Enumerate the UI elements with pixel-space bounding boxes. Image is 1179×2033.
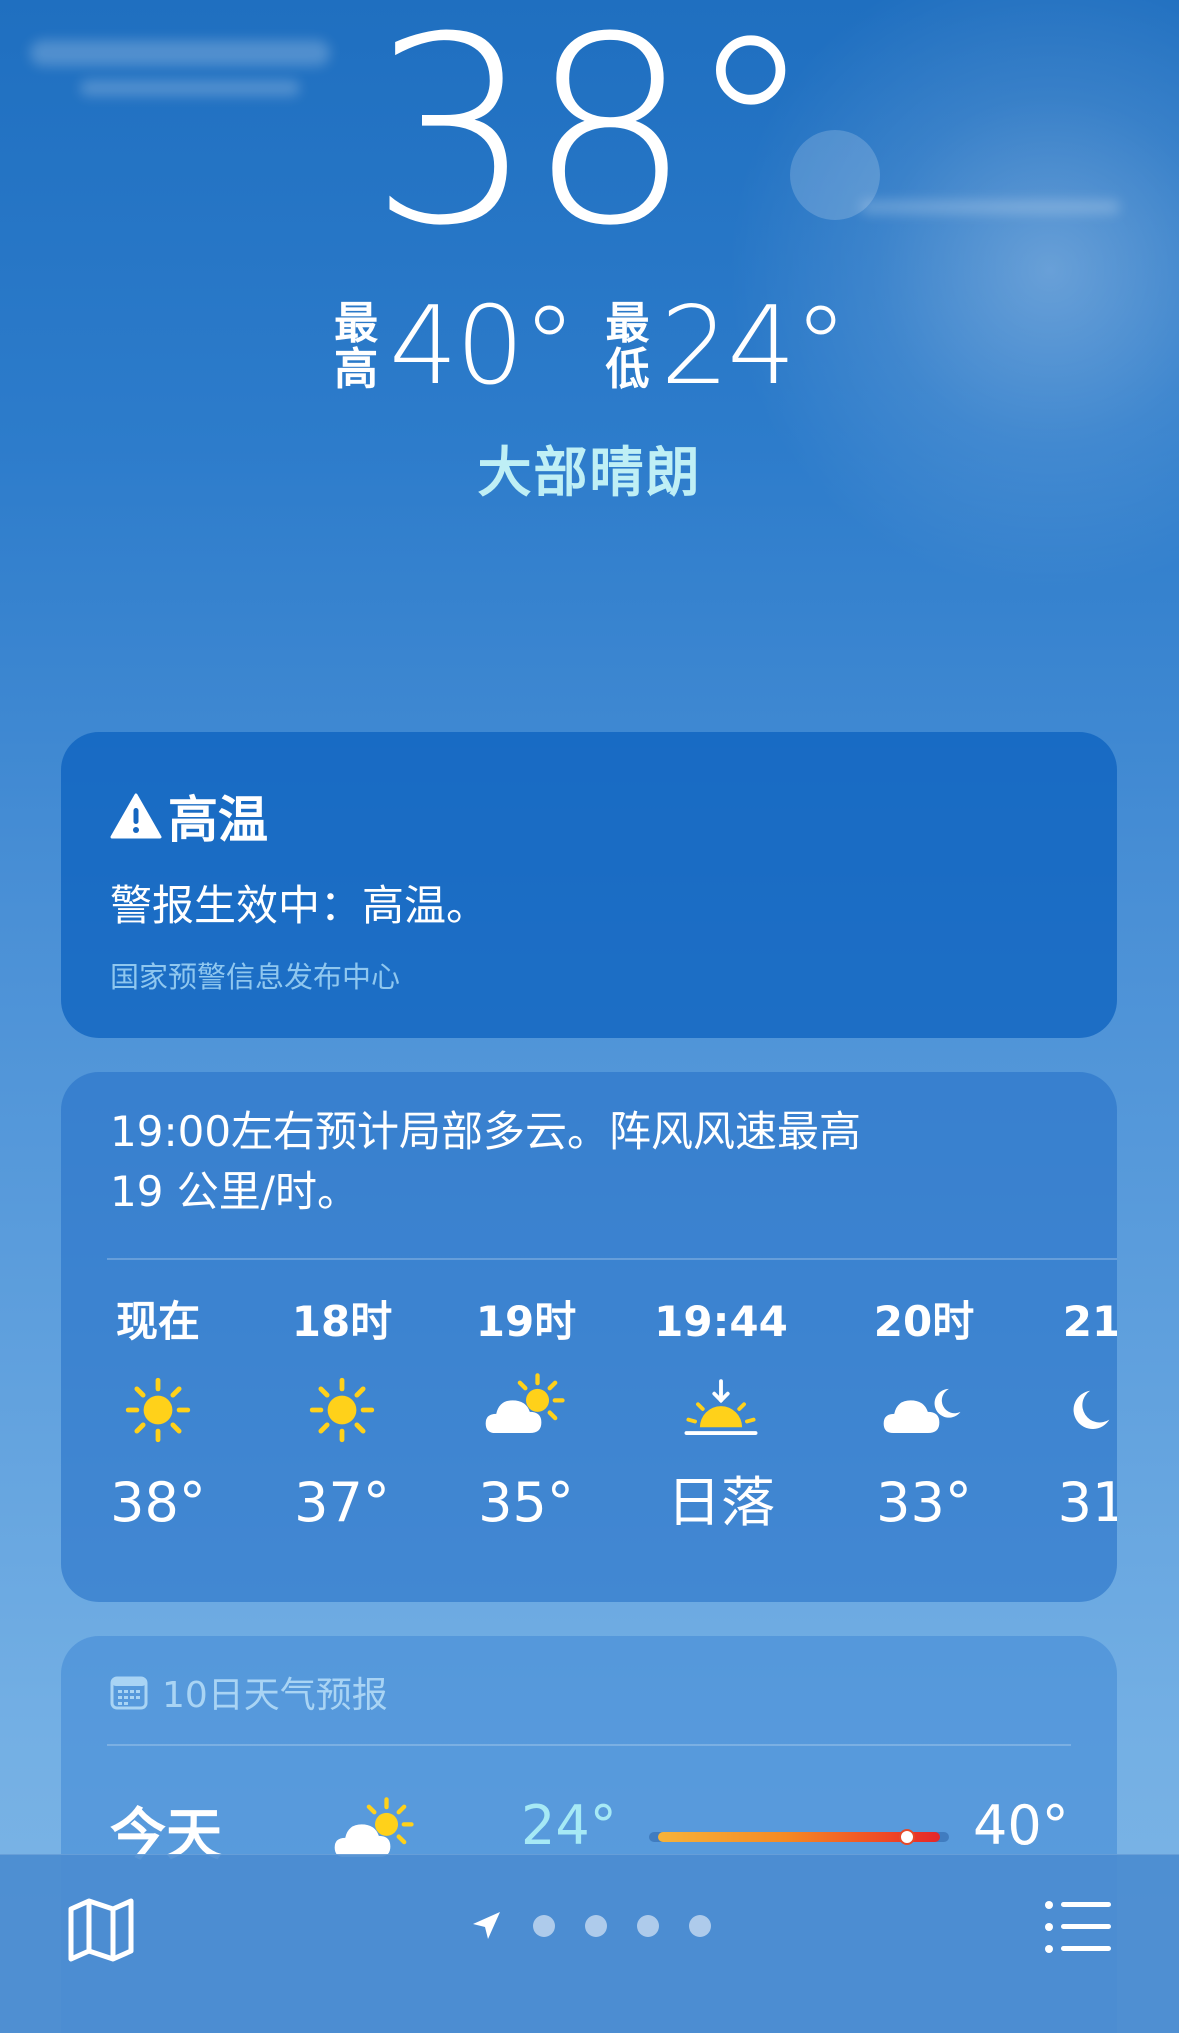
page-indicator <box>0 1909 1179 1943</box>
hour-weather-icon <box>292 1360 392 1460</box>
divider <box>107 1258 1117 1260</box>
daily-header-label: 10日天气预报 <box>162 1675 388 1716</box>
weather-condition: 大部晴朗 <box>477 441 702 504</box>
calendar-icon <box>110 1676 148 1710</box>
current-temperature: 38° <box>369 0 815 282</box>
hour-label: 20时 <box>873 1297 975 1346</box>
partly-cloudy-night-icon <box>883 1388 961 1434</box>
day-low-temp: 24° <box>521 1794 617 1857</box>
hour-weather-icon <box>1042 1360 1117 1460</box>
daily-header: 10日天气预报 <box>110 1666 388 1718</box>
day-high-temp: 40° <box>973 1794 1069 1857</box>
high-label-bottom: 高 <box>334 344 379 395</box>
hourly-summary-line: 19 公里/时。 <box>110 1167 359 1216</box>
high-label-top: 最 <box>334 298 379 349</box>
hour-item: 19:44 日落 <box>636 1292 806 1538</box>
alert-source: 国家预警信息发布中心 <box>110 960 401 994</box>
page-dot[interactable] <box>688 1915 711 1937</box>
high-temperature: 40° <box>389 284 576 409</box>
alert-title: 高温 <box>168 791 268 849</box>
high-temp-group: 最 高 40° <box>333 284 576 409</box>
sun-icon <box>309 1377 375 1443</box>
bottom-toolbar <box>0 1854 1179 2033</box>
hour-item: 19时 35° <box>441 1292 611 1538</box>
hour-label: 现在 <box>115 1297 200 1346</box>
alert-title-row: 高温 <box>110 780 268 852</box>
current-temp-marker <box>899 1829 915 1845</box>
high-low-row: 最 高 40° 最 低 24° <box>0 292 1179 402</box>
hour-weather-icon <box>476 1360 576 1460</box>
hour-label: 18时 <box>291 1297 393 1346</box>
warning-triangle-icon <box>110 793 162 839</box>
hour-item: 现在 38° <box>73 1292 243 1538</box>
temperature-range-bar <box>649 1829 949 1845</box>
divider <box>107 1744 1071 1746</box>
hour-weather-icon <box>108 1360 208 1460</box>
low-temperature: 24° <box>660 284 848 409</box>
partly-cloudy-day-icon <box>485 1373 565 1434</box>
low-label-top: 最 <box>605 298 650 349</box>
hour-item: 20时 33° <box>839 1292 1009 1538</box>
temperature-range-fill <box>658 1832 940 1842</box>
alert-body: 警报生效中：高温。 <box>110 881 489 930</box>
low-label: 最 低 <box>605 301 651 393</box>
hourly-forecast-card[interactable]: 19:00左右预计局部多云。阵风风速最高 19 公里/时。 现在 38° 18时… <box>61 1072 1117 1602</box>
hour-temperature: 38° <box>110 1471 206 1534</box>
hour-weather-icon <box>874 1360 974 1460</box>
high-label: 最 高 <box>333 301 379 393</box>
hour-label: 19:44 <box>654 1297 788 1346</box>
low-temp-group: 最 低 24° <box>605 284 848 409</box>
hourly-summary-line: 19:00左右预计局部多云。阵风风速最高 <box>110 1107 862 1156</box>
location-arrow-icon[interactable] <box>469 1909 503 1943</box>
hour-label: 19时 <box>475 1297 577 1346</box>
hour-temperature: 日落 <box>667 1471 775 1534</box>
moon-icon <box>1073 1390 1110 1430</box>
hour-temperature: 33° <box>876 1471 972 1534</box>
low-label-bottom: 低 <box>605 344 650 395</box>
hour-temperature: 37° <box>294 1471 390 1534</box>
page-dot[interactable] <box>636 1915 659 1937</box>
hour-item: 21 31 <box>1007 1292 1117 1538</box>
weather-screen: 38° 最 高 40° 最 低 24° 大部晴朗 高温 警报生效中：高温。 国家… <box>0 0 1179 2033</box>
page-dot[interactable] <box>584 1915 607 1937</box>
hour-temperature: 35° <box>478 1471 574 1534</box>
sunset-icon <box>684 1379 758 1435</box>
hour-label: 21 <box>1062 1297 1117 1346</box>
heat-alert-card[interactable]: 高温 警报生效中：高温。 国家预警信息发布中心 <box>61 732 1117 1038</box>
sun-icon <box>125 1377 191 1443</box>
hour-weather-icon <box>671 1360 771 1460</box>
hourly-summary: 19:00左右预计局部多云。阵风风速最高 19 公里/时。 <box>110 1102 1010 1222</box>
hour-temperature: 31 <box>1057 1471 1117 1534</box>
page-dot[interactable] <box>532 1915 555 1937</box>
hour-item: 18时 37° <box>257 1292 427 1538</box>
list-icon[interactable] <box>1044 1897 1114 1957</box>
